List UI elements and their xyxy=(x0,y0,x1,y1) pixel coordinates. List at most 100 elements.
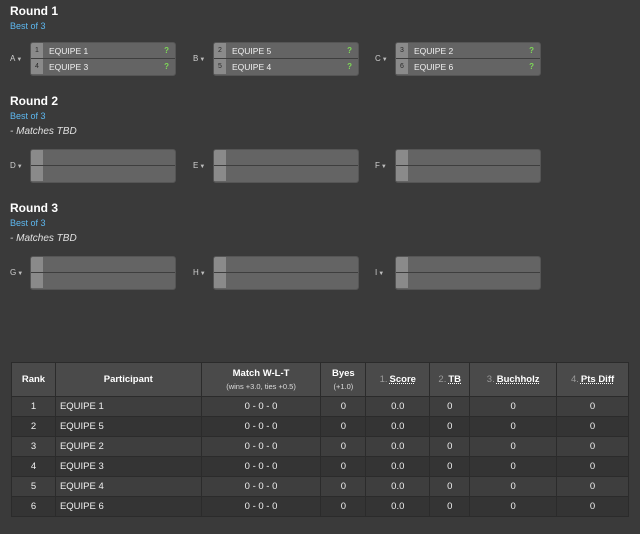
seed-badge xyxy=(396,273,408,288)
match-menu[interactable]: C▼ xyxy=(375,54,388,63)
match-id-label: A xyxy=(10,54,16,63)
header-buchholz-num: 3. xyxy=(486,374,495,385)
seed-badge: 1 xyxy=(31,43,43,58)
table-row: 4 EQUIPE 3 0 - 0 - 0 0 0.0 0 0 0 xyxy=(11,456,629,477)
cell-tb: 0 xyxy=(429,436,471,457)
caret-down-icon: ▼ xyxy=(16,164,23,170)
cell-participant: EQUIPE 4 xyxy=(54,476,202,497)
cell-participant: EQUIPE 6 xyxy=(54,496,202,517)
cell-rank: 6 xyxy=(11,496,56,517)
match-box[interactable] xyxy=(30,149,176,183)
cell-score: 0.0 xyxy=(365,476,431,497)
cell-participant: EQUIPE 5 xyxy=(54,416,202,437)
match-slot[interactable]: 3 EQUIPE 2 ? xyxy=(396,43,540,58)
seed-badge xyxy=(396,150,408,165)
match-slot[interactable] xyxy=(214,150,358,165)
match-slot[interactable]: 5 EQUIPE 4 ? xyxy=(214,58,358,74)
caret-down-icon: ▼ xyxy=(16,57,23,63)
seed-badge xyxy=(31,166,43,181)
round-title: Round 3 xyxy=(10,201,58,215)
match-slot[interactable]: 1 EQUIPE 1 ? xyxy=(31,43,175,58)
table-row: 5 EQUIPE 4 0 - 0 - 0 0 0.0 0 0 0 xyxy=(11,476,629,497)
cell-rank: 4 xyxy=(11,456,56,477)
match-slot[interactable] xyxy=(214,165,358,181)
match-box[interactable] xyxy=(30,256,176,290)
match-id-label: D xyxy=(10,161,16,170)
standings-table: Rank Participant Match W-L-T (wins +3.0, … xyxy=(11,362,629,517)
caret-down-icon: ▼ xyxy=(199,57,206,63)
cell-participant: EQUIPE 2 xyxy=(54,436,202,457)
match-slot[interactable] xyxy=(214,272,358,288)
match-menu[interactable]: A▼ xyxy=(10,54,22,63)
cell-pts-diff: 0 xyxy=(556,456,629,477)
caret-down-icon: ▼ xyxy=(378,271,385,277)
match-slot[interactable] xyxy=(396,257,540,272)
match-box[interactable] xyxy=(395,149,541,183)
caret-down-icon: ▼ xyxy=(380,164,387,170)
seed-badge xyxy=(31,257,43,272)
participant-name: EQUIPE 3 xyxy=(49,61,89,72)
match-slot[interactable]: 4 EQUIPE 3 ? xyxy=(31,58,175,74)
header-buchholz-label: Buchholz xyxy=(496,374,540,385)
caret-down-icon: ▼ xyxy=(199,271,206,277)
table-row: 3 EQUIPE 2 0 - 0 - 0 0 0.0 0 0 0 xyxy=(11,436,629,457)
match-box[interactable]: 3 EQUIPE 2 ? 6 EQUIPE 6 ? xyxy=(395,42,541,76)
cell-tb: 0 xyxy=(429,476,471,497)
cell-buchholz: 0 xyxy=(469,416,558,437)
match-box[interactable]: 2 EQUIPE 5 ? 5 EQUIPE 4 ? xyxy=(213,42,359,76)
header-tb-num: 2. xyxy=(438,374,447,385)
cell-match-wlt: 0 - 0 - 0 xyxy=(200,436,322,457)
header-score[interactable]: 1. Score xyxy=(365,362,431,397)
round-title: Round 1 xyxy=(10,4,58,18)
header-tb[interactable]: 2. TB xyxy=(429,362,471,397)
seed-badge xyxy=(396,166,408,181)
match-menu[interactable]: G▼ xyxy=(10,268,23,277)
match-slot[interactable] xyxy=(31,257,175,272)
match-box[interactable]: 1 EQUIPE 1 ? 4 EQUIPE 3 ? xyxy=(30,42,176,76)
match-menu[interactable]: H▼ xyxy=(193,268,206,277)
match-slot[interactable] xyxy=(31,165,175,181)
cell-match-wlt: 0 - 0 - 0 xyxy=(200,416,322,437)
seed-badge xyxy=(214,166,226,181)
seed-badge: 5 xyxy=(214,59,226,74)
match-slot[interactable] xyxy=(396,150,540,165)
cell-buchholz: 0 xyxy=(469,396,558,417)
match-id-label: I xyxy=(375,268,378,277)
match-slot[interactable] xyxy=(396,165,540,181)
match-slot[interactable] xyxy=(214,257,358,272)
round-3: Round 3 Best of 3 - Matches TBD xyxy=(10,201,630,246)
match-box[interactable] xyxy=(213,256,359,290)
round-title: Round 2 xyxy=(10,94,58,108)
header-pts-diff[interactable]: 4. Pts Diff xyxy=(556,362,629,397)
participant-name: EQUIPE 2 xyxy=(414,45,454,56)
match-menu[interactable]: D▼ xyxy=(10,161,23,170)
header-match-wlt: Match W-L-T (wins +3.0, ties +0.5) xyxy=(200,362,322,397)
seed-badge: 3 xyxy=(396,43,408,58)
header-tb-label: TB xyxy=(448,374,462,385)
cell-byes: 0 xyxy=(320,456,367,477)
cell-tb: 0 xyxy=(429,416,471,437)
cell-match-wlt: 0 - 0 - 0 xyxy=(200,476,322,497)
header-score-label: Score xyxy=(389,374,416,385)
match-slot[interactable]: 2 EQUIPE 5 ? xyxy=(214,43,358,58)
match-menu[interactable]: B▼ xyxy=(193,54,205,63)
match-menu[interactable]: E▼ xyxy=(193,161,205,170)
match-box[interactable] xyxy=(395,256,541,290)
question-mark-icon: ? xyxy=(347,46,352,55)
cell-pts-diff: 0 xyxy=(556,436,629,457)
table-row: 2 EQUIPE 5 0 - 0 - 0 0 0.0 0 0 0 xyxy=(11,416,629,437)
participant-name: EQUIPE 1 xyxy=(49,45,89,56)
cell-pts-diff: 0 xyxy=(556,416,629,437)
match-box[interactable] xyxy=(213,149,359,183)
match-slot[interactable] xyxy=(31,272,175,288)
match-menu[interactable]: F▼ xyxy=(375,161,387,170)
match-slot[interactable] xyxy=(31,150,175,165)
question-mark-icon: ? xyxy=(164,62,169,71)
match-slot[interactable]: 6 EQUIPE 6 ? xyxy=(396,58,540,74)
cell-buchholz: 0 xyxy=(469,456,558,477)
cell-byes: 0 xyxy=(320,496,367,517)
match-slot[interactable] xyxy=(396,272,540,288)
cell-buchholz: 0 xyxy=(469,496,558,517)
match-menu[interactable]: I▼ xyxy=(375,268,384,277)
header-buchholz[interactable]: 3. Buchholz xyxy=(469,362,558,397)
